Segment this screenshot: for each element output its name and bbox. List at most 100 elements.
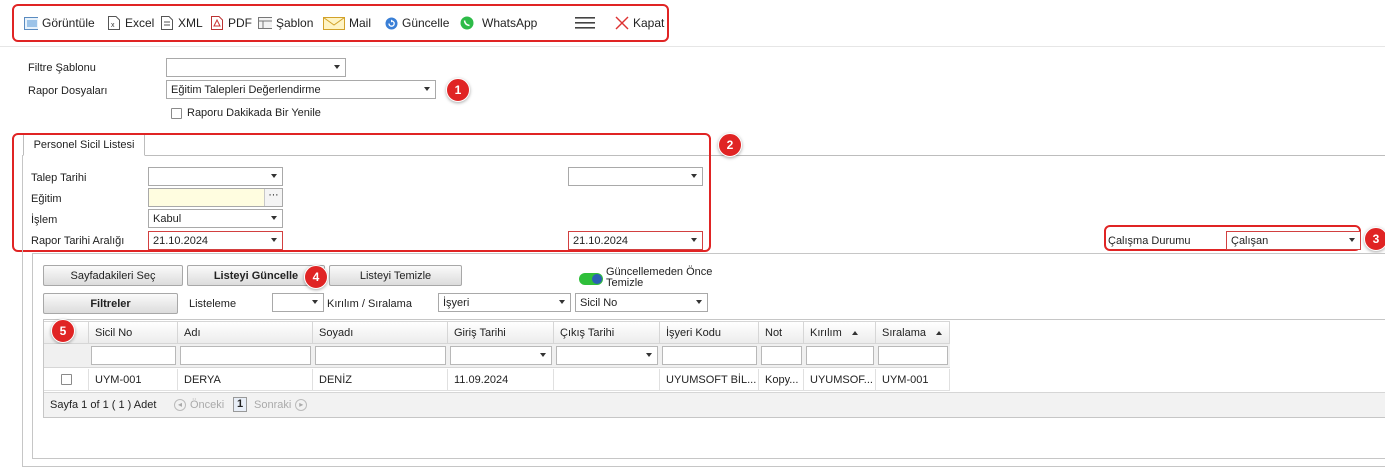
cell-sort-order: UYM-001	[876, 369, 950, 391]
sort-select[interactable]: Sicil No	[575, 293, 708, 312]
grid-header-sort-order[interactable]: Sıralama	[876, 321, 950, 344]
filter-workplace-code-input[interactable]	[662, 346, 757, 365]
request-date-label: Talep Tarihi	[31, 172, 87, 184]
badge-2: 2	[718, 133, 742, 157]
request-date-start-select[interactable]	[148, 167, 283, 186]
toolbar-pdf-button[interactable]: PDF	[210, 14, 252, 32]
filter-entry-date-select[interactable]	[450, 346, 552, 365]
toolbar-menu-button[interactable]	[575, 14, 595, 32]
grid-header-name[interactable]: Adı	[178, 321, 313, 344]
pager-next-button[interactable]: Sonraki ▸	[254, 399, 308, 411]
report-range-label: Rapor Tarihi Aralığı	[31, 235, 125, 247]
cell-breakdown: UYUMSOF...	[804, 369, 876, 391]
row-select-cell	[44, 369, 89, 391]
grid-header-entry-date[interactable]: Giriş Tarihi	[448, 321, 554, 344]
badge-5: 5	[51, 319, 75, 343]
badge-1: 1	[446, 78, 470, 102]
svg-text:x: x	[111, 22, 115, 29]
filter-name-input[interactable]	[180, 346, 311, 365]
toolbar-xml-button[interactable]: XML	[160, 14, 203, 32]
clear-before-update-label: Güncellemeden Önce Temizle	[606, 266, 713, 289]
grid-header-surname[interactable]: Soyadı	[313, 321, 448, 344]
breakdown-label: Kırılım / Sıralama	[327, 298, 412, 310]
grid-header-workplace-code[interactable]: İşyeri Kodu	[660, 321, 759, 344]
grid-header-exit-date[interactable]: Çıkış Tarihi	[554, 321, 660, 344]
training-lookup-input[interactable]: ⋯	[148, 188, 283, 207]
toolbar-preview-button[interactable]: Görüntüle	[24, 14, 95, 32]
filter-surname-input[interactable]	[315, 346, 446, 365]
toolbar-template-button[interactable]: Şablon	[258, 14, 313, 32]
report-range-end-select[interactable]: 21.10.2024	[568, 231, 703, 250]
chevron-down-icon	[559, 300, 565, 304]
chevron-down-icon	[691, 174, 697, 178]
excel-icon: x	[107, 16, 121, 30]
chevron-down-icon	[312, 300, 318, 304]
clear-list-button[interactable]: Listeyi Temizle	[329, 265, 462, 286]
badge-4: 4	[304, 265, 328, 289]
close-icon	[615, 16, 629, 30]
filter-breakdown-input[interactable]	[806, 346, 874, 365]
chevron-down-icon	[1349, 238, 1355, 242]
breakdown-select[interactable]: İşyeri	[438, 293, 571, 312]
mail-icon	[323, 16, 345, 30]
pager-summary: Sayfa 1 of 1 ( 1 ) Adet	[50, 399, 157, 411]
sort-asc-icon	[936, 331, 943, 336]
cell-name: DERYA	[178, 369, 313, 391]
lookup-ellipsis-icon[interactable]: ⋯	[264, 189, 282, 206]
badge-3: 3	[1364, 227, 1385, 251]
chevron-down-icon	[691, 238, 697, 242]
chevron-down-icon	[334, 65, 340, 69]
listing-select[interactable]	[272, 293, 324, 312]
chevron-down-icon	[540, 353, 546, 357]
report-files-label: Rapor Dosyaları	[28, 85, 108, 97]
tab-personnel-list[interactable]: Personel Sicil Listesi	[23, 134, 145, 156]
toolbar-update-button[interactable]: Güncelle	[384, 14, 449, 32]
filters-button[interactable]: Filtreler	[43, 293, 178, 314]
row-checkbox[interactable]	[61, 374, 72, 385]
prev-page-icon: ◂	[174, 399, 186, 411]
work-status-select[interactable]: Çalışan	[1226, 231, 1361, 250]
cell-workplace-code: UYUMSOFT BİL...	[660, 369, 759, 391]
left-border	[22, 155, 23, 467]
toolbar-divider	[0, 46, 1385, 47]
chevron-down-icon	[646, 353, 652, 357]
action-label: İşlem	[31, 214, 58, 226]
report-range-start-select[interactable]: 21.10.2024	[148, 231, 283, 250]
report-files-select[interactable]: Eğitim Talepleri Değerlendirme	[166, 80, 436, 99]
preview-icon	[24, 16, 38, 30]
grid-header-breakdown[interactable]: Kırılım	[804, 321, 876, 344]
bottom-border	[22, 466, 1385, 467]
refresh-minute-label: Raporu Dakikada Bir Yenile	[187, 107, 321, 119]
pdf-icon	[210, 16, 224, 30]
filter-sort-order-input[interactable]	[878, 346, 948, 365]
toolbar-whatsapp-button[interactable]: WhatsApp	[460, 14, 537, 32]
toolbar-excel-button[interactable]: x Excel	[107, 14, 154, 32]
listing-label: Listeleme	[189, 298, 237, 310]
training-label: Eğitim	[31, 193, 62, 205]
toolbar-mail-button[interactable]: Mail	[323, 14, 371, 32]
filter-sicil-no-input[interactable]	[91, 346, 176, 365]
filter-note-input[interactable]	[761, 346, 802, 365]
menu-icon	[575, 16, 595, 30]
sort-asc-icon	[851, 331, 858, 336]
template-icon	[258, 16, 272, 30]
xml-icon	[160, 16, 174, 30]
pager-prev-button[interactable]: ◂ Önceki	[174, 399, 224, 411]
pager-current-page[interactable]: 1	[233, 397, 247, 412]
refresh-icon	[384, 16, 398, 30]
cell-note: Kopy...	[759, 369, 804, 391]
filter-exit-date-select[interactable]	[556, 346, 658, 365]
next-page-icon: ▸	[295, 399, 308, 411]
request-date-end-select[interactable]	[568, 167, 703, 186]
select-page-button[interactable]: Sayfadakileri Seç	[43, 265, 183, 286]
filter-template-select[interactable]	[166, 58, 346, 77]
clear-before-update-toggle[interactable]	[579, 273, 603, 285]
cell-entry-date: 11.09.2024	[448, 369, 554, 391]
grid-header-sicil-no[interactable]: Sicil No	[89, 321, 178, 344]
toolbar-close-button[interactable]: Kapat	[615, 14, 664, 32]
filter-template-label: Filtre Şablonu	[28, 62, 96, 74]
grid-header-note[interactable]: Not	[759, 321, 804, 344]
chevron-down-icon	[424, 87, 430, 91]
refresh-minute-checkbox[interactable]	[171, 108, 182, 119]
action-select[interactable]: Kabul	[148, 209, 283, 228]
